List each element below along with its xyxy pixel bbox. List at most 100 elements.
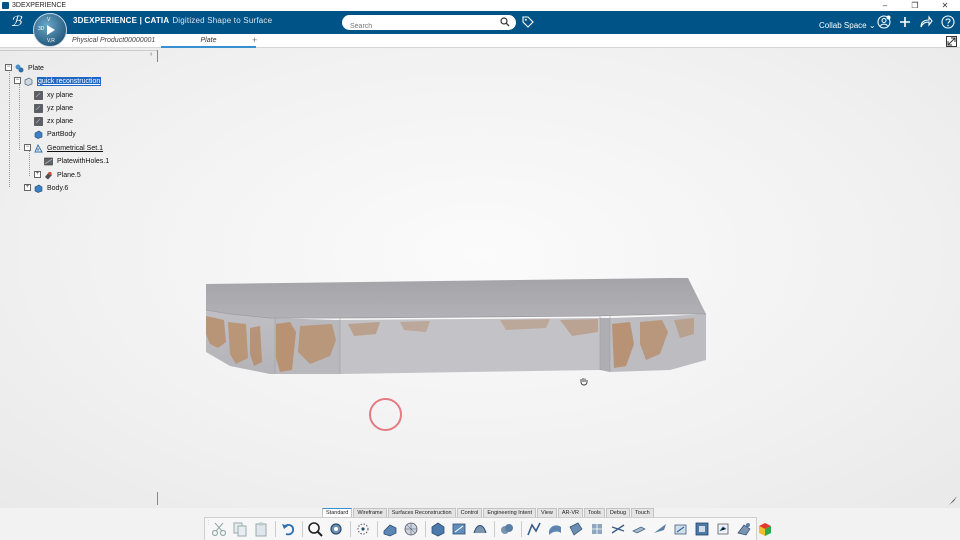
specification-tree: − Plate − quick reconstruction xy plane … xyxy=(0,49,160,199)
point-icon[interactable] xyxy=(355,521,371,537)
tree-node-platewithholes[interactable]: PlatewithHoles.1 xyxy=(44,155,109,167)
cloud-icon[interactable] xyxy=(499,521,515,537)
plane-feature-icon xyxy=(45,171,52,179)
tree-node-label: PlatewithHoles.1 xyxy=(57,157,110,165)
compass-widget[interactable]: V 3D V,R xyxy=(33,13,67,47)
analysis-icon[interactable] xyxy=(715,521,731,537)
minimize-button[interactable]: – xyxy=(870,0,900,11)
tree-node-label: Plate xyxy=(28,64,44,72)
curve-icon[interactable] xyxy=(472,521,488,537)
section-tab-view[interactable]: View xyxy=(537,508,557,517)
copy-icon[interactable] xyxy=(232,521,248,537)
restore-button[interactable]: ❐ xyxy=(900,0,930,11)
action-bar-grip[interactable]: ⋮ xyxy=(206,520,211,526)
compass-play-icon[interactable] xyxy=(47,25,55,35)
settings-gear-icon[interactable] xyxy=(328,521,344,537)
action-bar-separator xyxy=(350,521,351,537)
ds-logo-icon[interactable]: ℬ xyxy=(6,13,26,32)
help-icon[interactable] xyxy=(941,15,955,29)
geometrical-set-icon xyxy=(34,143,43,152)
window-title: 3DEXPERIENCE xyxy=(12,2,67,9)
app-top-bar: ℬ 3DEXPERIENCE | CATIA Digitized Shape to… xyxy=(0,11,960,34)
part-icon xyxy=(24,77,33,86)
section-tab-engineering-intent[interactable]: Engineering Intent xyxy=(483,508,537,517)
deviation-icon[interactable] xyxy=(736,521,752,537)
search-icon[interactable] xyxy=(500,17,510,27)
section-tab-wireframe[interactable]: Wireframe xyxy=(353,508,387,517)
network-icon[interactable] xyxy=(610,521,626,537)
tree-connector xyxy=(29,151,30,176)
blade-icon[interactable] xyxy=(652,521,668,537)
tree-node-xy-plane[interactable]: xy plane xyxy=(34,89,73,101)
undo-icon[interactable] xyxy=(280,521,296,537)
share-icon[interactable] xyxy=(919,15,933,29)
tree-node-partbody[interactable]: PartBody xyxy=(34,128,76,140)
tree-expander[interactable]: − xyxy=(14,77,21,84)
tree-node-label: Body.6 xyxy=(47,184,69,192)
tree-expander[interactable]: + xyxy=(34,171,41,178)
section-tab-surfaces-reconstruction[interactable]: Surfaces Reconstruction xyxy=(387,508,456,517)
plane-icon xyxy=(34,116,43,126)
tree-node-label: PartBody xyxy=(47,130,76,138)
segmentation-icon[interactable] xyxy=(526,521,542,537)
trim-icon[interactable] xyxy=(673,521,689,537)
search-box[interactable] xyxy=(342,15,516,34)
sphere-mesh-icon[interactable] xyxy=(403,521,419,537)
section-tab-standard[interactable]: Standard xyxy=(322,508,353,517)
tag-icon[interactable] xyxy=(522,16,534,28)
tree-node-plate[interactable]: − Plate xyxy=(5,62,44,74)
pan-hand-cursor-icon xyxy=(580,378,588,386)
tree-node-body6[interactable]: + Body.6 xyxy=(24,182,68,194)
expand-arrows-icon xyxy=(947,37,956,46)
tab-plate[interactable]: Plate xyxy=(161,34,256,48)
tab-physical-product[interactable]: Physical Product00000001 xyxy=(62,34,159,48)
plane-icon xyxy=(34,103,43,113)
patch-icon[interactable] xyxy=(589,521,605,537)
plate-model[interactable] xyxy=(200,274,712,380)
surface-icon[interactable] xyxy=(568,521,584,537)
align-icon[interactable] xyxy=(430,521,446,537)
section-tab-tools[interactable]: Tools xyxy=(583,508,605,517)
tree-node-geometrical-set[interactable]: − Geometrical Set.1 xyxy=(24,142,103,154)
add-icon[interactable] xyxy=(898,15,912,29)
tree-connector xyxy=(9,69,10,187)
add-tab-button[interactable]: + xyxy=(252,34,257,47)
close-button[interactable]: ✕ xyxy=(930,0,960,11)
compass-3d-label: 3D xyxy=(38,26,45,32)
body-icon xyxy=(34,184,43,193)
section-tab-control[interactable]: Control xyxy=(456,508,483,517)
document-tab-bar: Physical Product00000001 Plate + xyxy=(0,34,960,48)
sketch-icon[interactable] xyxy=(631,521,647,537)
app-brand: 3DEXPERIENCE | CATIA Digitized Shape to S… xyxy=(73,16,272,25)
section-tab-touch[interactable]: Touch xyxy=(631,508,654,517)
collab-space-selector[interactable]: Collab Space ⌄ xyxy=(819,21,876,30)
section-tab-ar-vr[interactable]: AR-VR xyxy=(557,508,583,517)
tree-expander[interactable]: − xyxy=(24,144,31,151)
paste-icon[interactable] xyxy=(253,521,269,537)
zoom-fit-icon[interactable] xyxy=(307,521,323,537)
mesh-cleaner-icon[interactable] xyxy=(382,521,398,537)
search-input[interactable] xyxy=(342,19,492,34)
scan-icon[interactable] xyxy=(547,521,563,537)
maximize-viewer-button[interactable] xyxy=(946,36,957,47)
tree-node-yz-plane[interactable]: yz plane xyxy=(34,102,73,114)
mesh-offset-icon[interactable] xyxy=(451,521,467,537)
action-bar-separator xyxy=(521,521,522,537)
tree-connector xyxy=(19,84,20,150)
tree-expander[interactable]: + xyxy=(24,184,31,191)
tree-node-label: Geometrical Set.1 xyxy=(47,144,104,152)
compass-v-label: V xyxy=(47,17,51,23)
tree-node-plane5[interactable]: + Plane.5 xyxy=(34,169,81,181)
tree-node-label: Plane.5 xyxy=(57,171,81,179)
tree-splitter-bottom[interactable] xyxy=(157,492,158,505)
cut-icon[interactable] xyxy=(211,521,227,537)
section-tab-debug[interactable]: Debug xyxy=(605,508,631,517)
tree-expander[interactable]: − xyxy=(5,64,12,71)
color-map-icon[interactable] xyxy=(757,521,773,537)
tree-node-quick-reconstruction[interactable]: − quick reconstruction xyxy=(14,75,102,87)
frame-icon[interactable] xyxy=(694,521,710,537)
action-bar-separator xyxy=(377,521,378,537)
tree-node-label: zx plane xyxy=(47,117,74,125)
tree-node-zx-plane[interactable]: zx plane xyxy=(34,115,73,127)
user-profile-icon[interactable] xyxy=(877,15,891,29)
